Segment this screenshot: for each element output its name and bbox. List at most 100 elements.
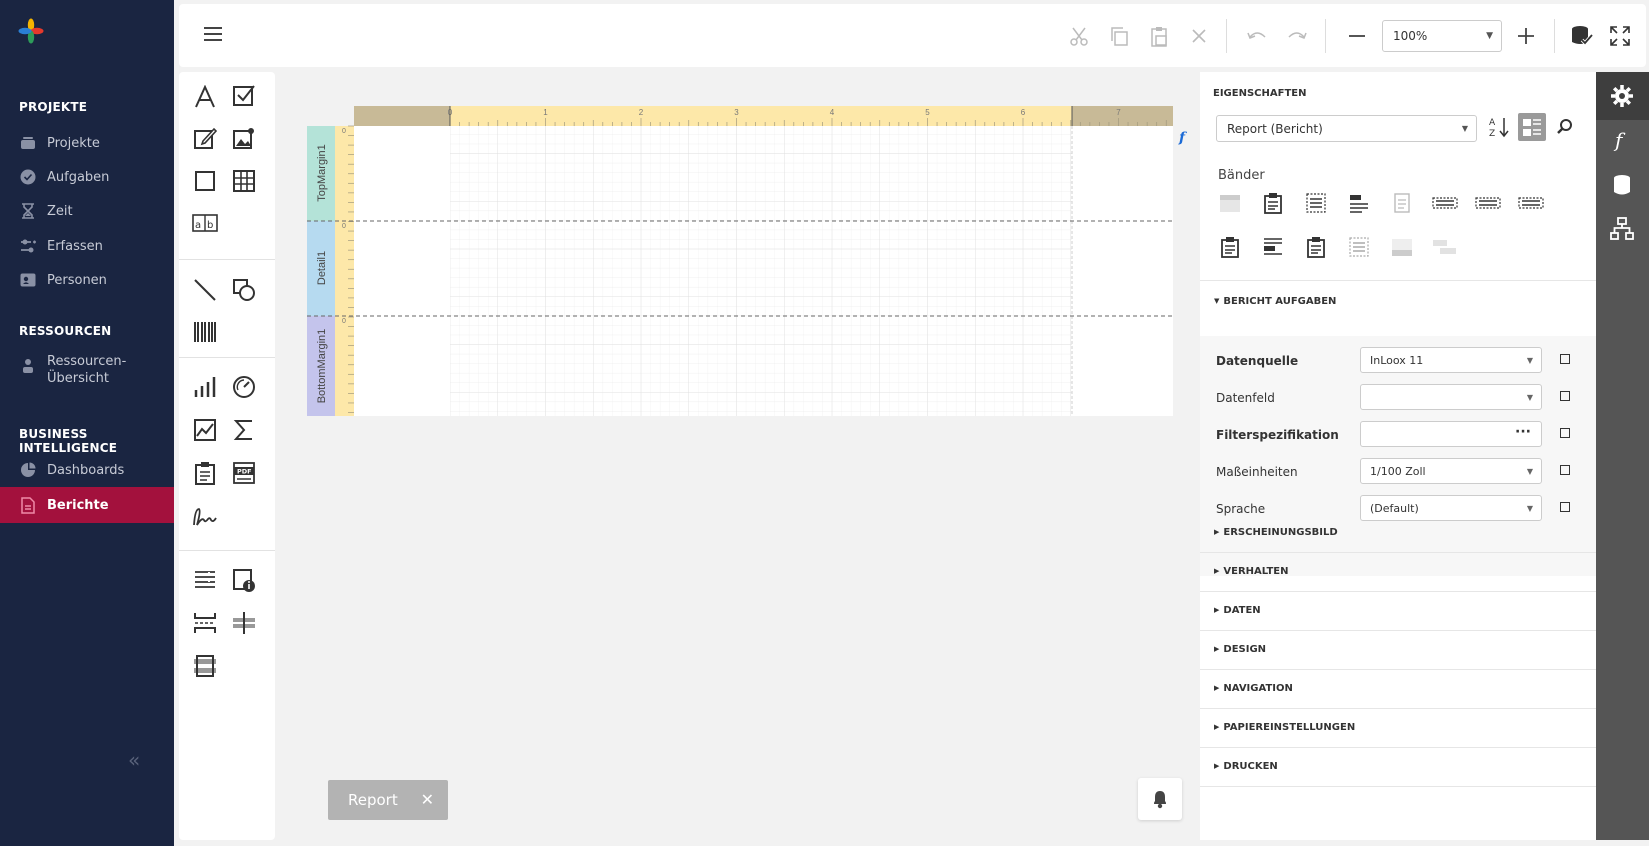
table-of-contents-tool-icon[interactable] bbox=[190, 565, 220, 595]
report-design-surface[interactable]: 0 1 2 3 4 5 6 7 TopMargin1 Detail1 BottomMargin… bbox=[307, 106, 1173, 416]
sum-tool-icon[interactable] bbox=[229, 415, 259, 445]
undo-icon[interactable] bbox=[1243, 22, 1271, 50]
data-source-icon[interactable] bbox=[1609, 172, 1635, 198]
band-report-footer-icon[interactable] bbox=[1474, 189, 1502, 217]
group-bericht-aufgaben[interactable]: ▼ BERICHT AUFGABEN bbox=[1214, 296, 1336, 307]
band-page-footer-icon[interactable] bbox=[1216, 233, 1244, 261]
paste-icon[interactable] bbox=[1145, 22, 1173, 50]
property-checkbox[interactable] bbox=[1560, 391, 1570, 401]
band-group-footer-icon[interactable] bbox=[1431, 189, 1459, 217]
settings-icon[interactable] bbox=[1609, 83, 1635, 109]
group-erscheinungsbild[interactable]: ▶ ERSCHEINUNGSBILD bbox=[1214, 527, 1338, 538]
grid-major bbox=[450, 126, 1072, 416]
property-label-datenfeld: Datenfeld bbox=[1216, 391, 1275, 405]
sidebar-item-berichte[interactable]: Berichte bbox=[0, 487, 174, 523]
property-checkbox[interactable] bbox=[1560, 428, 1570, 438]
cross-band-box-tool-icon[interactable] bbox=[190, 651, 220, 681]
chart-tool-icon[interactable] bbox=[190, 372, 220, 402]
picture-tool-icon[interactable] bbox=[229, 123, 259, 153]
tasks-icon bbox=[19, 168, 37, 186]
checkbox-tool-icon[interactable] bbox=[229, 80, 259, 110]
cross-band-line-tool-icon[interactable] bbox=[229, 608, 259, 638]
signature-tool-icon[interactable] bbox=[190, 502, 220, 532]
collapse-sidebar-button[interactable]: « bbox=[128, 748, 140, 772]
subreport-tool-icon[interactable] bbox=[190, 458, 220, 488]
band-bottom-margin-icon[interactable] bbox=[1388, 233, 1416, 261]
sidebar-item-personen[interactable]: Personen bbox=[0, 263, 174, 297]
band-sub-band-icon[interactable] bbox=[1259, 233, 1287, 261]
zoom-in-icon[interactable] bbox=[1512, 22, 1540, 50]
character-comb-tool-icon[interactable]: ab bbox=[190, 208, 220, 238]
delete-icon[interactable] bbox=[1185, 22, 1213, 50]
copy-icon[interactable] bbox=[1105, 22, 1133, 50]
sparkline-tool-icon[interactable] bbox=[190, 415, 220, 445]
person-card-icon bbox=[19, 271, 37, 289]
property-checkbox[interactable] bbox=[1560, 502, 1570, 512]
property-value: 1/100 Zoll bbox=[1370, 465, 1426, 478]
group-papiereinstellungen[interactable]: ▶ PAPIEREINSTELLUNGEN bbox=[1214, 722, 1355, 733]
property-input-datenfeld[interactable]: ▼ bbox=[1360, 384, 1542, 410]
gauge-tool-icon[interactable] bbox=[229, 372, 259, 402]
sidebar-item-label: Zeit bbox=[47, 203, 73, 219]
band-detail-report-icon[interactable] bbox=[1388, 189, 1416, 217]
object-selector[interactable]: Report (Bericht) ▼ bbox=[1216, 115, 1477, 142]
line-tool-icon[interactable] bbox=[190, 275, 220, 305]
richtext-tool-icon[interactable] bbox=[190, 123, 220, 153]
zoom-select[interactable]: 100% ▼ bbox=[1382, 20, 1502, 52]
property-checkbox[interactable] bbox=[1560, 465, 1570, 475]
search-icon[interactable] bbox=[1551, 113, 1579, 141]
expression-icon[interactable]: f bbox=[1609, 127, 1635, 153]
band-page-header-icon[interactable] bbox=[1259, 189, 1287, 217]
shape-tool-icon[interactable] bbox=[229, 275, 259, 305]
band-group-header-icon[interactable] bbox=[1302, 189, 1330, 217]
divider bbox=[1200, 708, 1596, 709]
sidebar-item-erfassen[interactable]: Erfassen bbox=[0, 229, 174, 263]
page-break-tool-icon[interactable] bbox=[190, 608, 220, 638]
property-input-filterspezifikation[interactable]: ··· bbox=[1360, 421, 1542, 447]
app-logo[interactable] bbox=[18, 18, 44, 44]
sidebar-item-aufgaben[interactable]: Aufgaben bbox=[0, 160, 174, 194]
property-checkbox[interactable] bbox=[1560, 354, 1570, 364]
property-input-masseinheiten[interactable]: 1/100 Zoll ▼ bbox=[1360, 458, 1542, 484]
redo-icon[interactable] bbox=[1283, 22, 1311, 50]
categories-icon[interactable] bbox=[1518, 113, 1546, 141]
zoom-out-icon[interactable] bbox=[1343, 22, 1371, 50]
cut-icon[interactable] bbox=[1065, 22, 1093, 50]
property-input-sprache[interactable]: (Default) ▼ bbox=[1360, 495, 1542, 521]
group-drucken[interactable]: ▶ DRUCKEN bbox=[1214, 761, 1278, 772]
sidebar-item-zeit[interactable]: Zeit bbox=[0, 194, 174, 228]
report-tab[interactable]: Report ✕ bbox=[328, 780, 448, 820]
panel-tool-icon[interactable] bbox=[190, 166, 220, 196]
table-tool-icon[interactable] bbox=[229, 166, 259, 196]
sidebar-item-dashboards[interactable]: Dashboards bbox=[0, 453, 174, 487]
fullscreen-icon[interactable] bbox=[1606, 22, 1634, 50]
page-info-tool-icon[interactable] bbox=[229, 565, 259, 595]
group-design[interactable]: ▶ DESIGN bbox=[1214, 644, 1266, 655]
band-report-header-icon[interactable] bbox=[1216, 189, 1244, 217]
expression-marker-icon[interactable]: f bbox=[1179, 130, 1185, 146]
close-icon[interactable]: ✕ bbox=[421, 790, 434, 809]
group-daten[interactable]: ▶ DATEN bbox=[1214, 605, 1261, 616]
validate-icon[interactable] bbox=[1568, 22, 1596, 50]
sidebar-item-projekte[interactable]: Projekte bbox=[0, 126, 174, 160]
ellipsis-icon[interactable]: ··· bbox=[1515, 424, 1531, 440]
triangle-right-icon: ▶ bbox=[1214, 528, 1220, 536]
property-input-datenquelle[interactable]: InLoox 11 ▼ bbox=[1360, 347, 1542, 373]
barcode-tool-icon[interactable] bbox=[190, 317, 220, 347]
divider bbox=[1200, 747, 1596, 748]
band-vertical-total-icon[interactable] bbox=[1431, 233, 1459, 261]
band-detail-icon[interactable] bbox=[1345, 189, 1373, 217]
sidebar-item-ressourcen-uebersicht[interactable]: Ressourcen- Übersicht bbox=[0, 353, 174, 395]
group-label: PAPIEREINSTELLUNGEN bbox=[1223, 722, 1356, 733]
band-vertical-icon[interactable] bbox=[1517, 189, 1545, 217]
sort-alphabetical-icon[interactable]: AZ bbox=[1485, 113, 1513, 141]
label-tool-icon[interactable] bbox=[190, 82, 220, 112]
band-vertical-header-icon[interactable] bbox=[1345, 233, 1373, 261]
menu-icon[interactable] bbox=[203, 26, 223, 42]
band-top-margin-icon[interactable] bbox=[1302, 233, 1330, 261]
group-verhalten[interactable]: ▶ VERHALTEN bbox=[1214, 566, 1289, 577]
report-explorer-icon[interactable] bbox=[1609, 216, 1635, 242]
group-navigation[interactable]: ▶ NAVIGATION bbox=[1214, 683, 1293, 694]
pdf-content-tool-icon[interactable]: PDF bbox=[229, 458, 259, 488]
notification-bell-icon[interactable] bbox=[1138, 778, 1182, 820]
